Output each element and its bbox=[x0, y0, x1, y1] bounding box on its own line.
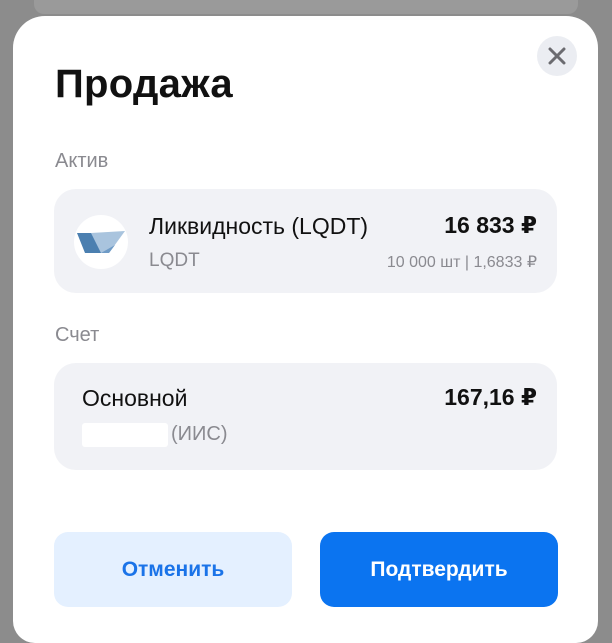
sell-dialog: Продажа Актив Ликвидность (LQDT) LQDT 16… bbox=[13, 16, 598, 643]
lqdt-logo-icon bbox=[74, 215, 128, 269]
close-button[interactable] bbox=[537, 36, 577, 76]
dialog-title: Продажа bbox=[55, 62, 233, 106]
account-number-redacted bbox=[82, 423, 168, 447]
account-card[interactable]: Основной (ИИС) 167,16 ₽ bbox=[54, 363, 557, 470]
asset-section-label: Актив bbox=[55, 150, 109, 172]
confirm-button[interactable]: Подтвердить bbox=[320, 532, 558, 607]
account-section-label: Счет bbox=[55, 324, 100, 346]
asset-ticker: LQDT bbox=[149, 250, 200, 271]
asset-value: 16 833 ₽ bbox=[444, 212, 537, 238]
cancel-button[interactable]: Отменить bbox=[54, 532, 292, 607]
asset-name: Ликвидность (LQDT) bbox=[149, 213, 369, 239]
account-balance: 167,16 ₽ bbox=[444, 384, 537, 410]
asset-card[interactable]: Ликвидность (LQDT) LQDT 16 833 ₽ 10 000 … bbox=[54, 189, 557, 293]
account-type: (ИИС) bbox=[171, 423, 228, 445]
close-icon bbox=[548, 47, 566, 65]
asset-quantity-price: 10 000 шт | 1,6833 ₽ bbox=[386, 254, 537, 271]
account-name: Основной bbox=[82, 385, 188, 411]
backdrop-sheet-edge bbox=[34, 0, 578, 14]
